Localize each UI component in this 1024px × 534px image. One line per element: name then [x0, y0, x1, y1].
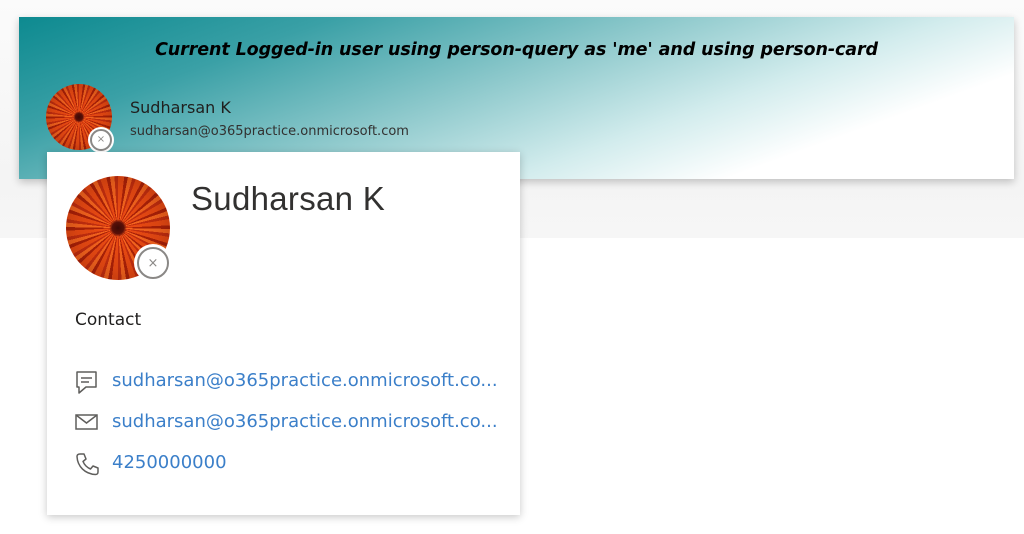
- user-display-name[interactable]: Sudharsan K: [130, 98, 231, 117]
- contact-phone-link[interactable]: 4250000000: [112, 452, 227, 473]
- contact-chat-link[interactable]: sudharsan@o365practice.onmicrosoft.co...: [112, 370, 498, 391]
- user-email: sudharsan@o365practice.onmicrosoft.com: [130, 124, 409, 139]
- contact-section-heading: Contact: [75, 310, 142, 330]
- mail-icon: [75, 414, 98, 430]
- chat-icon: [76, 371, 97, 394]
- card-display-name: Sudharsan K: [191, 180, 386, 217]
- phone-icon: [76, 453, 99, 476]
- contact-email-link[interactable]: sudharsan@o365practice.onmicrosoft.co...: [112, 411, 498, 432]
- card-presence-offline-icon: ×: [137, 247, 169, 279]
- banner-title: Current Logged-in user using person-quer…: [155, 40, 878, 60]
- presence-offline-icon: ×: [90, 129, 112, 151]
